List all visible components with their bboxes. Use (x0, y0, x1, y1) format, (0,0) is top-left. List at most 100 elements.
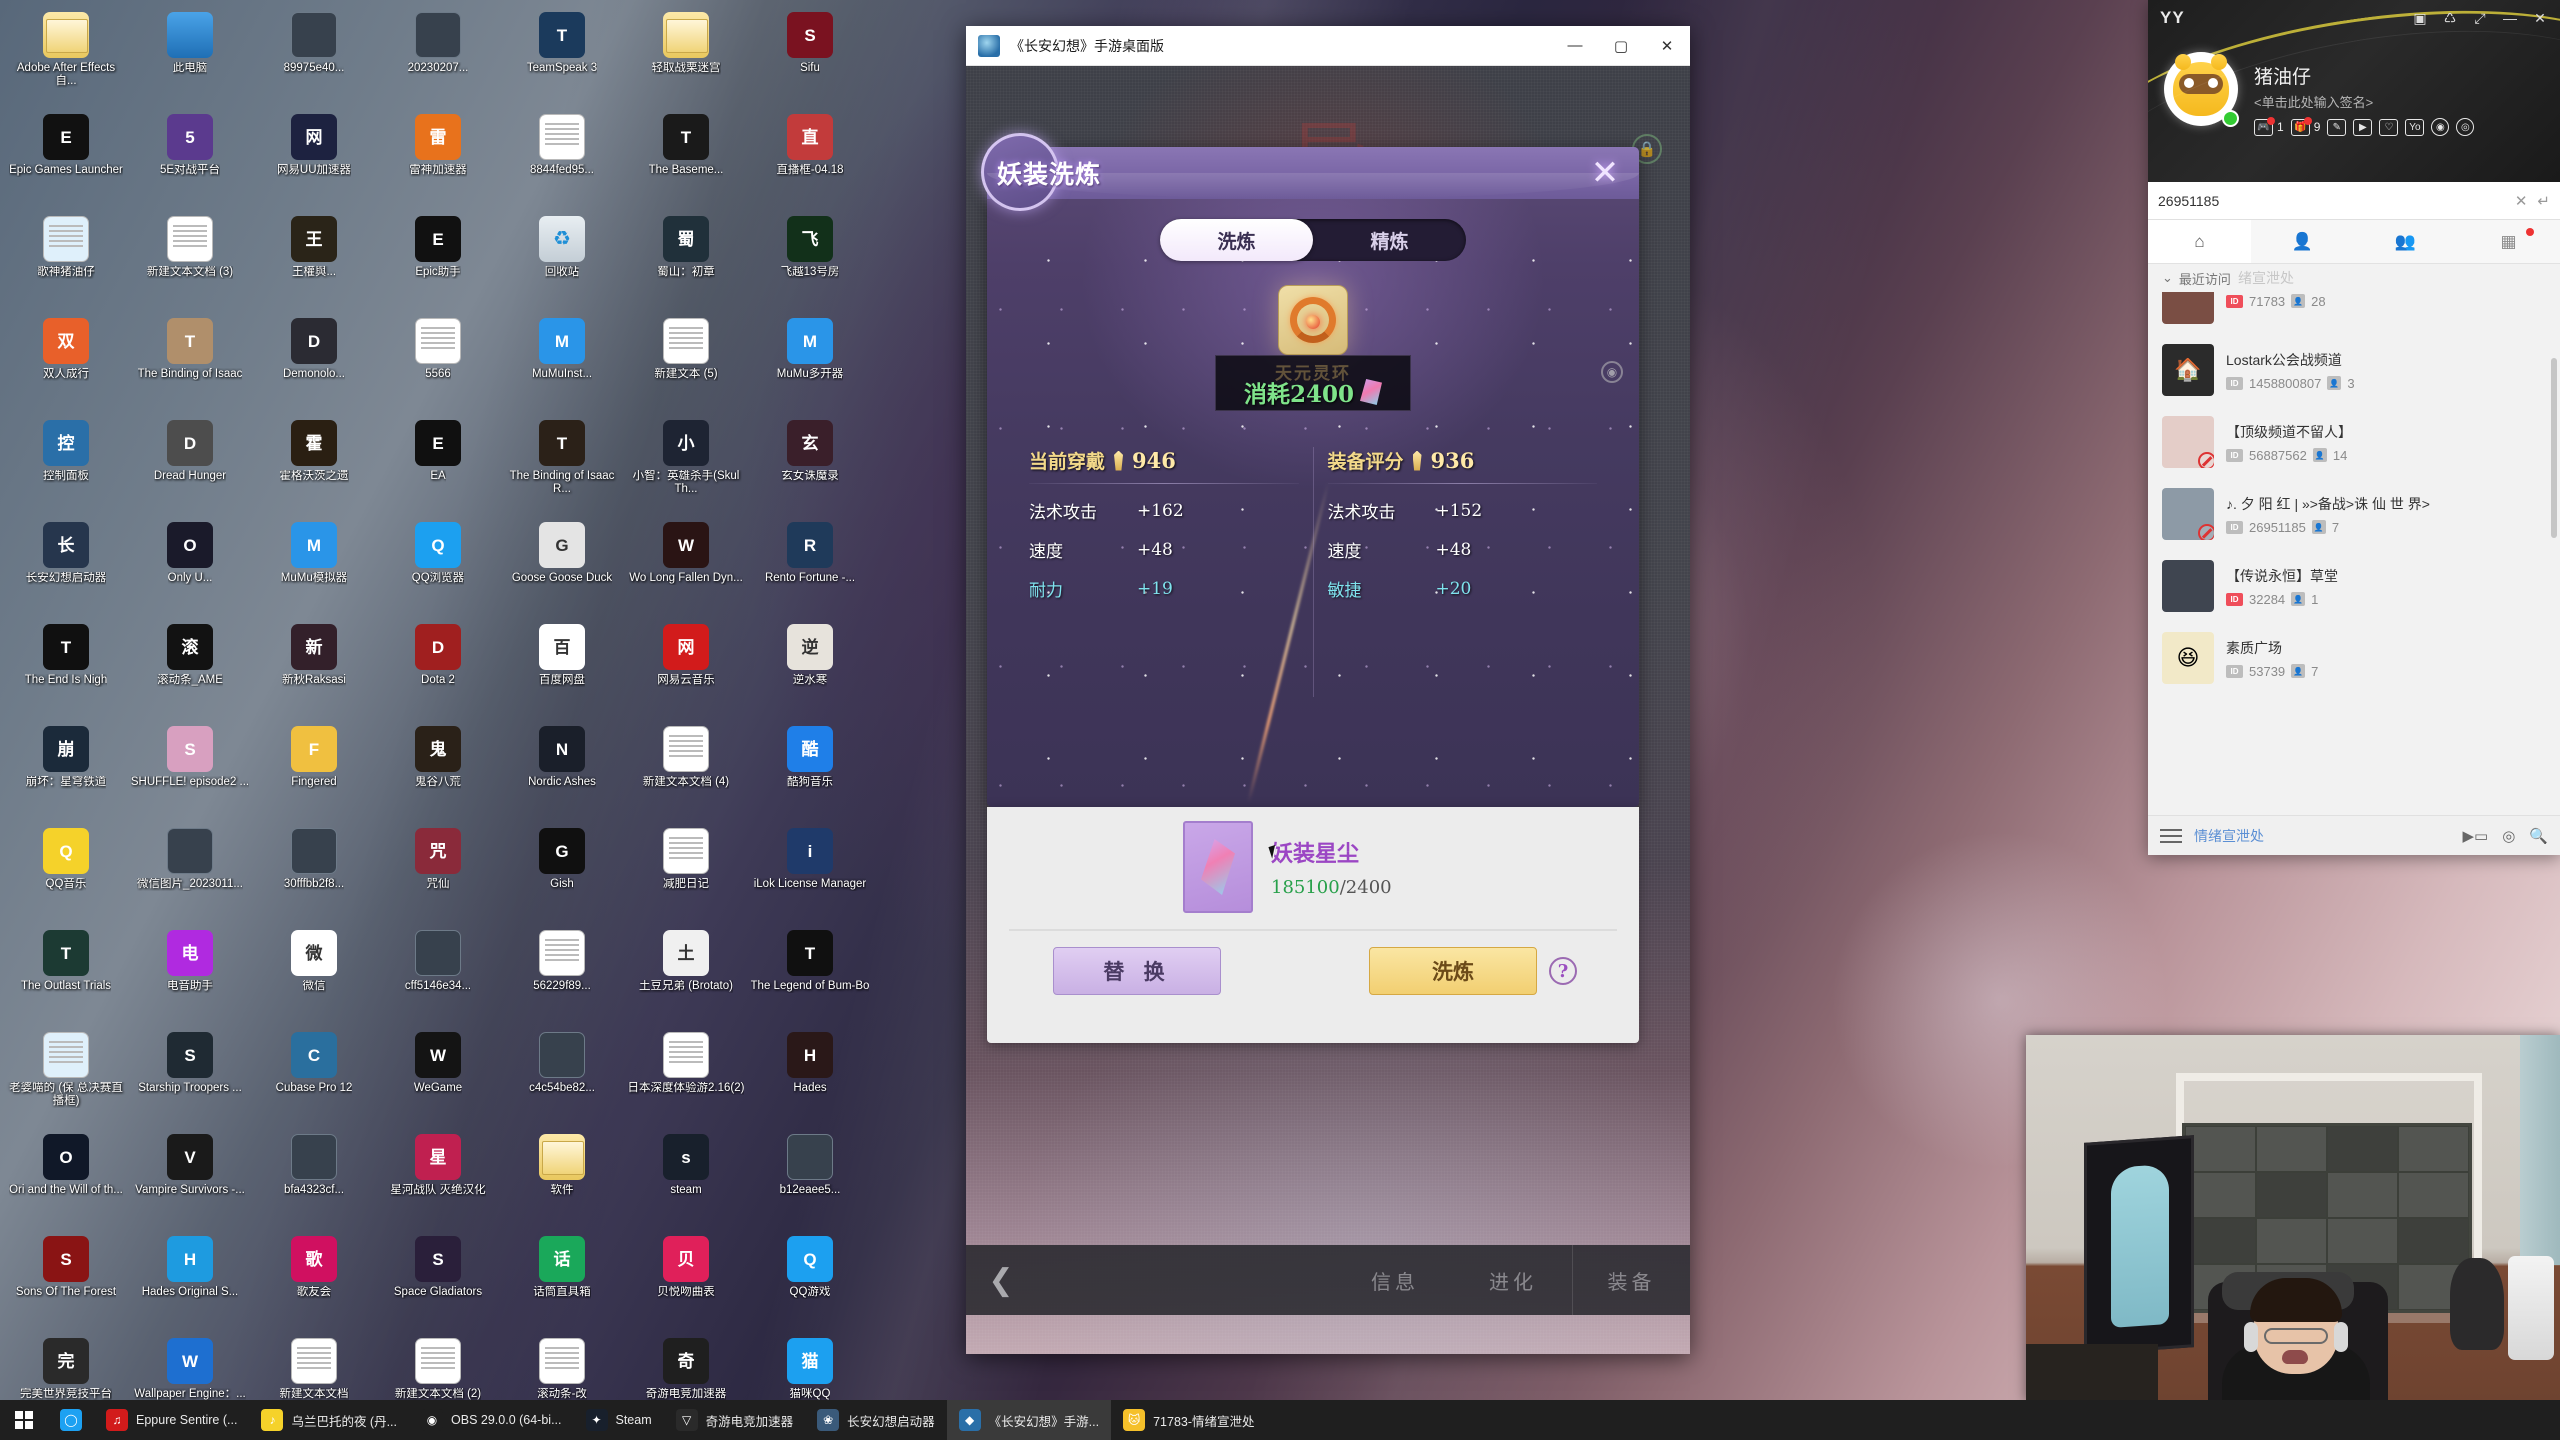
yy-message-icon[interactable]: ▣ (2406, 6, 2434, 30)
desktop-icon[interactable]: N Nordic Ashes (500, 720, 624, 822)
desktop-icon[interactable]: 土土豆兄弟 (Brotato) (624, 924, 748, 1026)
desktop-icon[interactable]: C Cubase Pro 12 (252, 1026, 376, 1128)
search-clear-icon[interactable]: ✕ (2515, 192, 2528, 210)
desktop-icon[interactable]: 飞飞越13号房 (748, 210, 872, 312)
desktop-icon[interactable]: O Ori and the Will of th... (4, 1128, 128, 1230)
desktop-icon[interactable]: E EA (376, 414, 500, 516)
yy-badge-icon[interactable]: ◉ (2431, 118, 2450, 136)
desktop-icon[interactable]: T The Binding of Isaac (128, 312, 252, 414)
desktop-icon[interactable]: 长长安幻想启动器 (4, 516, 128, 618)
desktop-icon[interactable]: 滚滚动条_AME (128, 618, 252, 720)
desktop-icon[interactable]: 5566 (376, 312, 500, 414)
desktop-icon[interactable]: 星星河战队 灭绝汉化 (376, 1128, 500, 1230)
desktop-icon[interactable]: V Vampire Survivors -... (128, 1128, 252, 1230)
replace-button[interactable]: 替 换 (1053, 947, 1221, 995)
channel-list-item[interactable]: 【顶级频道不留人】 ID 56887562 👤 14 (2148, 406, 2560, 478)
desktop-icon[interactable]: W Wo Long Fallen Dyn... (624, 516, 748, 618)
refine-tab-group[interactable]: 洗炼 精炼 (1160, 219, 1466, 261)
tab-xilian[interactable]: 洗炼 (1160, 219, 1313, 261)
channel-list-item[interactable]: ID 71783 👤 28 (2148, 292, 2560, 334)
desktop-icon[interactable]: Q QQ浏览器 (376, 516, 500, 618)
desktop-icon[interactable]: S Space Gladiators (376, 1230, 500, 1332)
yy-search-bar[interactable]: 26951185 ✕ ↵ (2148, 182, 2560, 220)
channel-list-item[interactable]: 😆 素质广场 ID 53739 👤 7 (2148, 622, 2560, 694)
desktop-icon[interactable]: E Epic Games Launcher (4, 108, 128, 210)
taskbar[interactable]: ◯ ♫ Eppure Sentire (... ♪ 乌兰巴托的夜 (丹... ◉ OBS 2… (0, 1400, 2560, 1440)
desktop-icon[interactable]: 鬼鬼谷八荒 (376, 720, 500, 822)
desktop-icon[interactable]: S Sifu (748, 6, 872, 108)
refine-panel[interactable]: 妖装洗炼 ✕ 洗炼 精炼 天元灵环 ◉ 消耗2400 当前穿戴 946 法术攻击… (981, 133, 1639, 807)
desktop-icon[interactable]: 直直播框-04.18 (748, 108, 872, 210)
nav-tab-evolve[interactable]: 进化 (1454, 1245, 1572, 1315)
yy-badge-icon[interactable]: ◎ (2456, 118, 2475, 136)
taskbar-item[interactable]: ♪ 乌兰巴托的夜 (丹... (249, 1400, 409, 1440)
tab-apps[interactable]: ▦ (2457, 220, 2560, 263)
desktop-icon[interactable]: 5 5E对战平台 (128, 108, 252, 210)
desktop-icon[interactable]: 微信图片_2023011... (128, 822, 252, 924)
close-button[interactable]: ✕ (1644, 26, 1690, 65)
desktop-icon[interactable]: c4c54be82... (500, 1026, 624, 1128)
desktop-icon[interactable]: T The End Is Nigh (4, 618, 128, 720)
channel-list[interactable]: ID 71783 👤 28 🏠 Lostark公会战频道 ID 1458800807 👤 3 【顶级… (2148, 292, 2560, 722)
settings-icon[interactable]: ◎ (2502, 827, 2515, 845)
desktop-icon[interactable]: 酷酷狗音乐 (748, 720, 872, 822)
desktop-icon[interactable]: 新建文本文档 (4) (624, 720, 748, 822)
desktop-icon[interactable]: S Starship Troopers ... (128, 1026, 252, 1128)
desktop-icon[interactable]: 贝贝悦吻曲表 (624, 1230, 748, 1332)
nav-tab-equipment[interactable]: 装备 (1572, 1245, 1690, 1315)
yy-badge-icon[interactable]: 🎁 (2290, 116, 2312, 136)
tab-friends[interactable]: 👥 (2354, 220, 2457, 263)
desktop-icon[interactable]: T The Outlast Trials (4, 924, 128, 1026)
desktop-icon[interactable]: D Dota 2 (376, 618, 500, 720)
desktop-icon[interactable]: T TeamSpeak 3 (500, 6, 624, 108)
yy-signature-placeholder[interactable]: <单击此处输入签名> (2254, 92, 2373, 111)
help-icon[interactable]: ? (1549, 957, 1577, 985)
taskbar-item[interactable]: ◉ OBS 29.0.0 (64-bi... (409, 1400, 573, 1440)
desktop-icon[interactable]: 王王權與... (252, 210, 376, 312)
taskbar-item[interactable]: ❀ 长安幻想启动器 (805, 1400, 947, 1440)
desktop-icon[interactable]: 霍霍格沃茨之遗 (252, 414, 376, 516)
start-button[interactable] (0, 1400, 48, 1440)
desktop-icon[interactable]: W WeGame (376, 1026, 500, 1128)
desktop-icon[interactable]: 小小智：英雄杀手(Skul Th... (624, 414, 748, 516)
desktop-icon[interactable]: T The Legend of Bum-Bo (748, 924, 872, 1026)
desktop-icon[interactable]: S Sons Of The Forest (4, 1230, 128, 1332)
yy-badge-icon[interactable]: 🎮 (2254, 116, 2275, 136)
desktop-icon[interactable]: Adobe After Effects 自... (4, 6, 128, 108)
taskbar-item[interactable]: ✦ Steam (574, 1400, 664, 1440)
desktop-icon[interactable]: 崩崩坏：星穹铁道 (4, 720, 128, 822)
yy-footer-bar[interactable]: 情绪宣泄处 ▶▭ ◎ 🔍 (2148, 815, 2560, 855)
hamburger-menu-icon[interactable] (2160, 828, 2182, 843)
desktop-icon[interactable]: D Demonolo... (252, 312, 376, 414)
equipment-item-icon[interactable] (1278, 285, 1348, 355)
desktop-icon[interactable]: 8844fed95... (500, 108, 624, 210)
desktop-icon[interactable]: M MuMu模拟器 (252, 516, 376, 618)
game-titlebar[interactable]: 《长安幻想》手游桌面版 — ▢ ✕ (966, 26, 1690, 66)
tab-jinglian[interactable]: 精炼 (1313, 219, 1466, 261)
yy-window[interactable]: YY ▣ ♺ ⤢ — ✕ 猪油仔 <单击此处输入签名> 🎮 1 🎁 9 ✎ ▶ ♡ Yo ◉ ◎ … (2148, 0, 2560, 855)
material-item-icon[interactable] (1183, 821, 1253, 913)
taskbar-item[interactable]: ◯ (48, 1400, 94, 1440)
desktop-icon[interactable]: b12eaee5... (748, 1128, 872, 1230)
desktop-icon[interactable]: H Hades (748, 1026, 872, 1128)
desktop-icon[interactable]: 新新秋Raksasi (252, 618, 376, 720)
taskbar-item[interactable]: 🐱 71783-情绪宣泄处 (1111, 1400, 1266, 1440)
desktop-icon[interactable]: 咒咒仙 (376, 822, 500, 924)
desktop-icon[interactable]: H Hades Original S... (128, 1230, 252, 1332)
desktop-icon[interactable]: 新建文本文档 (3) (128, 210, 252, 312)
avatar[interactable] (2164, 52, 2238, 126)
yy-badge-icon[interactable]: Yo (2405, 118, 2425, 136)
maximize-button[interactable]: ▢ (1598, 26, 1644, 65)
desktop-icon[interactable]: M MuMuInst... (500, 312, 624, 414)
video-icon[interactable]: ▶▭ (2463, 827, 2489, 845)
desktop-icon[interactable]: 逆逆水寒 (748, 618, 872, 720)
taskbar-item[interactable]: ♫ Eppure Sentire (... (94, 1400, 249, 1440)
desktop-icon[interactable]: s steam (624, 1128, 748, 1230)
desktop-icon[interactable]: 轻取战栗迷宫 (624, 6, 748, 108)
desktop-icon[interactable]: ♻ 回收站 (500, 210, 624, 312)
desktop-icon[interactable]: 老婆喵的 (保 总决赛直播框) (4, 1026, 128, 1128)
desktop-icon[interactable]: Q QQ音乐 (4, 822, 128, 924)
refine-button[interactable]: 洗炼 (1369, 947, 1537, 995)
desktop-icon[interactable]: S SHUFFLE! episode2 ... (128, 720, 252, 822)
current-channel-label[interactable]: 情绪宣泄处 (2194, 826, 2264, 846)
